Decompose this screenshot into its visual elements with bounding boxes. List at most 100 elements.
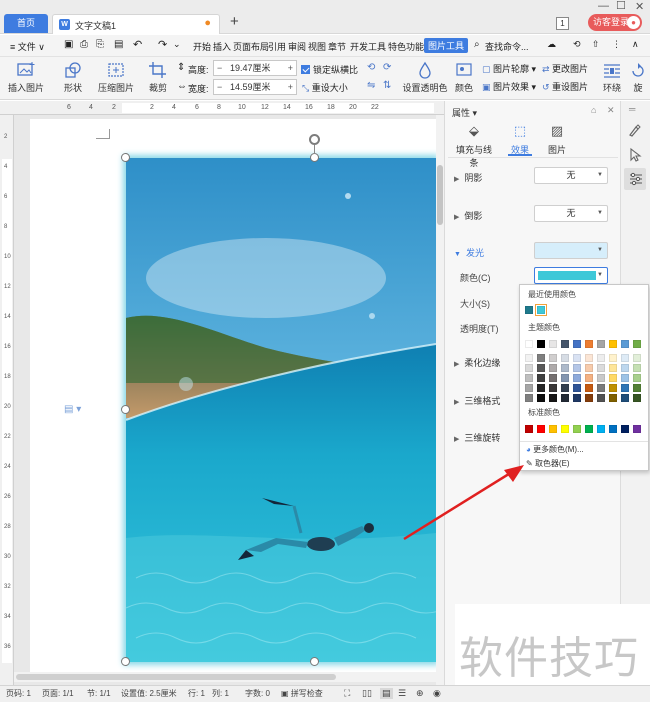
standard-color-swatch[interactable] (561, 425, 569, 433)
undo-icon[interactable]: ↶ (133, 38, 142, 51)
theme-color-swatch[interactable] (585, 384, 593, 392)
scroll-thumb[interactable] (16, 674, 336, 680)
theme-color-swatch[interactable] (585, 364, 593, 372)
search-icon[interactable]: ⌕ (474, 39, 480, 50)
theme-color-swatch[interactable] (537, 384, 545, 392)
lock-ratio-checkbox[interactable]: 锁定纵横比 (301, 63, 358, 76)
height-decrease-button[interactable]: − (217, 61, 222, 75)
theme-color-swatch[interactable] (573, 384, 581, 392)
theme-color-swatch[interactable] (537, 364, 545, 372)
3d-rotation-section[interactable]: ▶ 三维旋转 (454, 431, 500, 444)
theme-color-swatch[interactable] (621, 340, 629, 348)
theme-color-swatch[interactable] (525, 394, 533, 402)
theme-color-swatch[interactable] (633, 364, 641, 372)
rotate-button[interactable]: 旋 (627, 58, 649, 94)
theme-color-swatch[interactable] (597, 384, 605, 392)
theme-color-swatch[interactable] (633, 394, 641, 402)
theme-color-swatch[interactable] (621, 354, 629, 362)
theme-color-swatch[interactable] (561, 364, 569, 372)
close-icon[interactable]: ✕ (635, 0, 644, 13)
shape-button[interactable]: 形状 (58, 58, 88, 94)
theme-color-swatch[interactable] (585, 354, 593, 362)
shadow-section[interactable]: ▶ 阴影 (454, 171, 482, 184)
web-view-icon[interactable]: ⊕ (416, 688, 424, 699)
theme-color-swatch[interactable] (597, 354, 605, 362)
theme-color-swatch[interactable] (561, 354, 569, 362)
status-section[interactable]: 节: 1/1 (87, 688, 111, 699)
horizontal-ruler[interactable]: 6 4 2 2 4 6 8 10 12 14 16 18 20 22 (0, 101, 444, 115)
theme-color-swatch[interactable] (573, 354, 581, 362)
tab-fill-line[interactable]: ⬙ 填充与线条 (452, 123, 496, 169)
focus-mode-icon[interactable]: ⛶ (344, 688, 350, 699)
theme-color-swatch[interactable] (549, 394, 557, 402)
menu-start[interactable]: 开始 (193, 40, 211, 53)
standard-color-swatch[interactable] (549, 425, 557, 433)
theme-color-swatch[interactable] (609, 374, 617, 382)
resize-handle-top-left[interactable] (121, 153, 130, 162)
theme-color-swatch[interactable] (621, 364, 629, 372)
theme-color-swatch[interactable] (609, 340, 617, 348)
picture-outline-button[interactable]: ▢ 图片轮廓 ▾ (482, 62, 536, 75)
height-stepper[interactable]: − 19.47厘米 + (213, 60, 297, 76)
theme-color-swatch[interactable] (609, 394, 617, 402)
theme-color-swatch[interactable] (525, 384, 533, 392)
menu-reference[interactable]: 引用 (268, 40, 286, 53)
tab-home[interactable]: 首页 (4, 14, 48, 33)
resize-handle-bottom[interactable] (310, 657, 319, 666)
theme-color-swatch[interactable] (573, 374, 581, 382)
menu-features[interactable]: 特色功能 (388, 40, 424, 53)
minimize-icon[interactable]: — (598, 0, 609, 12)
customize-icon[interactable]: ⌄ (173, 39, 181, 50)
color-button[interactable]: 颜色 (451, 58, 477, 94)
tab-picture[interactable]: ▨ 图片 (543, 123, 571, 156)
crop-button[interactable]: 裁剪 (145, 58, 171, 94)
compress-picture-button[interactable]: 压缩图片 (97, 58, 135, 94)
resize-handle-top[interactable] (310, 153, 319, 162)
theme-color-swatch[interactable] (573, 340, 581, 348)
theme-color-swatch[interactable] (621, 394, 629, 402)
theme-color-swatch[interactable] (573, 394, 581, 402)
resize-handle-bottom-left[interactable] (121, 657, 130, 666)
rotate-left-icon[interactable]: ⟲ (367, 62, 375, 73)
more-colors-item[interactable]: ◕ 更多颜色(M)... (526, 444, 584, 455)
theme-color-swatch[interactable] (525, 354, 533, 362)
theme-color-swatch[interactable] (609, 384, 617, 392)
menu-chapter[interactable]: 章节 (328, 40, 346, 53)
theme-color-swatch[interactable] (585, 374, 593, 382)
theme-color-swatch[interactable] (585, 394, 593, 402)
sidebar-collapse-icon[interactable]: ═ (629, 104, 635, 114)
maximize-icon[interactable]: ☐ (616, 0, 626, 12)
menu-developer[interactable]: 开发工具 (350, 40, 386, 53)
theme-color-swatch[interactable] (633, 354, 641, 362)
file-menu[interactable]: ≡ 文件 ∨ (10, 40, 45, 53)
standard-color-swatch[interactable] (609, 425, 617, 433)
status-page-code[interactable]: 页码: 1 (6, 688, 31, 699)
theme-color-swatch[interactable] (549, 340, 557, 348)
export-pdf-icon[interactable]: ⎙ (80, 39, 88, 50)
theme-color-swatch[interactable] (597, 340, 605, 348)
theme-color-swatch[interactable] (525, 364, 533, 372)
theme-color-swatch[interactable] (585, 340, 593, 348)
theme-color-swatch[interactable] (561, 374, 569, 382)
vertical-scrollbar[interactable] (436, 115, 444, 685)
theme-color-swatch[interactable] (633, 340, 641, 348)
panel-close-icon[interactable]: ✕ (607, 105, 615, 116)
theme-color-swatch[interactable] (561, 340, 569, 348)
theme-color-swatch[interactable] (609, 364, 617, 372)
eye-protection-icon[interactable]: ◉ (433, 688, 441, 699)
width-stepper[interactable]: − 14.59厘米 + (213, 79, 297, 95)
theme-color-swatch[interactable] (561, 394, 569, 402)
status-setting[interactable]: 设置值: 2.5厘米 (121, 688, 177, 699)
soft-edges-section[interactable]: ▶ 柔化边缘 (454, 356, 500, 369)
theme-color-swatch[interactable] (525, 374, 533, 382)
standard-color-swatch[interactable] (537, 425, 545, 433)
height-increase-button[interactable]: + (288, 61, 293, 75)
selected-picture[interactable] (126, 158, 436, 662)
new-tab-button[interactable]: + (230, 14, 239, 30)
reset-size-button[interactable]: ⤡ 重设大小 (302, 81, 348, 94)
insert-picture-button[interactable]: 插入图片 (6, 58, 46, 94)
theme-color-swatch[interactable] (597, 374, 605, 382)
glow-color-select[interactable]: ▼ (534, 267, 608, 284)
guest-login-button[interactable]: 访客登录 ● (588, 14, 642, 31)
rotate-handle-icon[interactable] (309, 134, 320, 145)
